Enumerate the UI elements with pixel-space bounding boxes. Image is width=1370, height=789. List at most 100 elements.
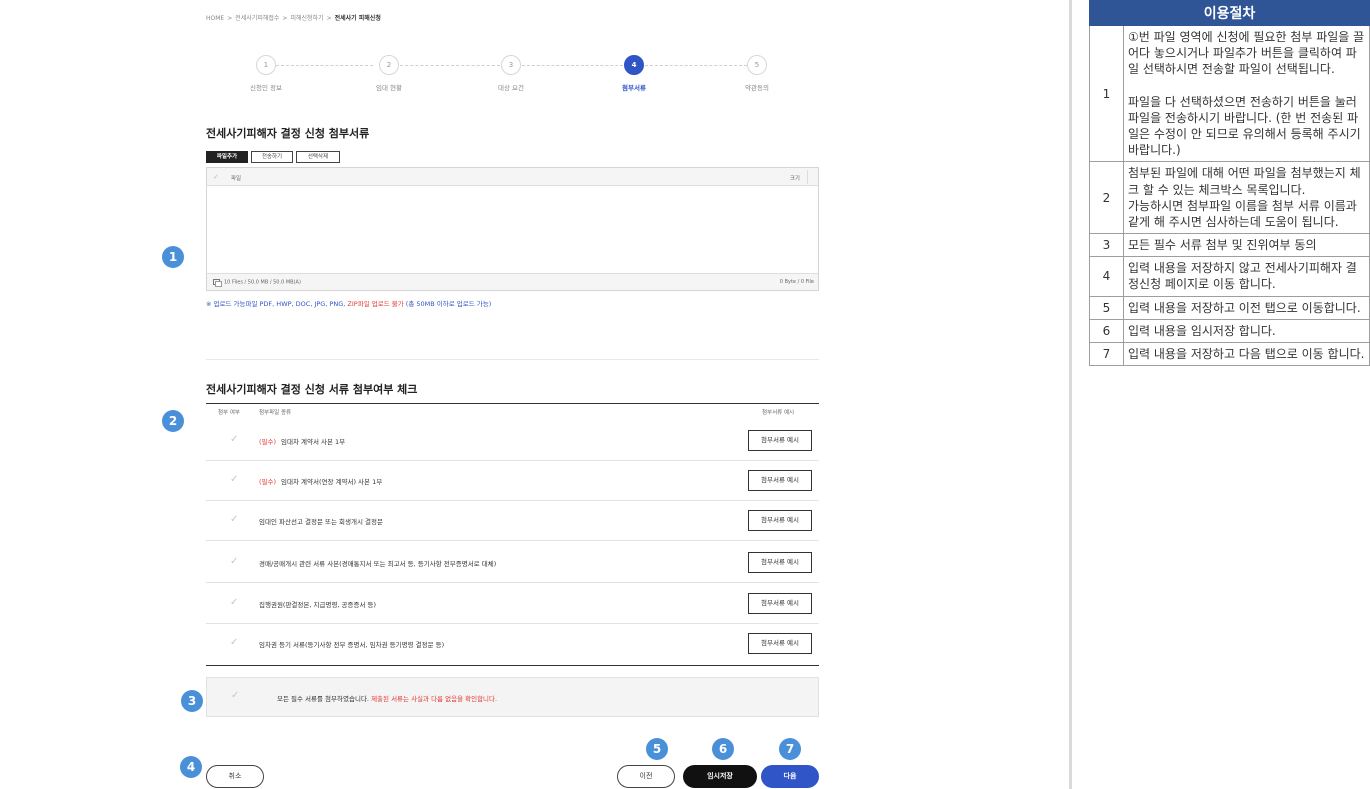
check-icon[interactable]: ✓ (230, 474, 238, 485)
example-document-button[interactable]: 첨부서류 예시 (748, 510, 812, 531)
breadcrumb-home[interactable]: HOME (206, 15, 224, 22)
callout-badge-3: 3 (181, 690, 203, 712)
check-icon[interactable]: ✓ (230, 514, 238, 525)
procedure-row: 2 첨부된 파일에 대해 어떤 파일을 첨부했는지 체크 할 수 있는 체크박스… (1089, 161, 1370, 235)
document-row: ✓ (필수) 임대차 계약서 사본 1부 첨부서류 예시 (206, 421, 819, 461)
required-tag: (필수) (259, 438, 277, 446)
confirmation-text: 모든 필수 서류를 첨부하였습니다. 제출된 서류는 사실과 다름 없음을 확인… (277, 693, 497, 703)
check-icon[interactable]: ✓ (230, 556, 238, 567)
required-tag: (필수) (259, 478, 277, 486)
checklist-section-title: 전세사기피해자 결정 신청 서류 첨부여부 체크 (206, 383, 418, 396)
document-row: ✓ 경매/공매개시 관련 서류 사본(경매통지서 또는 최고서 등, 등기사항 … (206, 543, 819, 583)
procedure-text: 입력 내용을 저장하고 다음 탭으로 이동 합니다. (1123, 341, 1370, 367)
stepper-connector (276, 65, 373, 66)
procedure-description: 첨부된 파일에 대해 어떤 파일을 첨부했는지 체크 할 수 있는 체크박스 목… (1123, 161, 1370, 235)
procedure-text: 입력 내용을 임시저장 합니다. (1123, 318, 1370, 344)
example-document-button[interactable]: 첨부서류 예시 (748, 633, 812, 654)
example-document-button[interactable]: 첨부서류 예시 (748, 593, 812, 614)
check-icon[interactable]: ✓ (230, 637, 238, 648)
procedure-number: 5 (1089, 295, 1124, 320)
callout-badge-6: 6 (712, 738, 734, 760)
step-3-circle: 3 (501, 55, 521, 75)
breadcrumb-separator: > (227, 15, 233, 22)
callout-badge-7: 7 (779, 738, 801, 760)
confirmation-main: 모든 필수 서류를 첨부하였습니다. (277, 695, 372, 703)
stepper-connector (645, 65, 747, 66)
file-column-header: 파일 (231, 176, 242, 182)
add-file-button[interactable]: 파일추가 (206, 151, 248, 163)
check-icon[interactable]: ✓ (230, 434, 238, 445)
document-name: 경매/공매개시 관련 서류 사본(경매통지서 또는 최고서 등, 등기사항 전부… (259, 560, 497, 568)
check-icon[interactable]: ✓ (230, 597, 238, 608)
procedure-text: 입력 내용을 저장하고 이전 탭으로 이동합니다. (1123, 295, 1370, 320)
step-4-circle-active: 4 (624, 55, 644, 75)
procedure-number: 3 (1089, 233, 1124, 258)
step-3-label: 대상 요건 (498, 84, 524, 92)
step-2-circle: 2 (379, 55, 399, 75)
procedure-text: 입력 내용을 저장하지 않고 전세사기피해자 결정신청 페이지로 이동 합니다. (1123, 256, 1370, 297)
file-limit-text: 10 Files / 50.0 MB / 50.0 MB(A) (224, 279, 301, 286)
example-document-button[interactable]: 첨부서류 예시 (748, 552, 812, 573)
procedure-text: 가능하시면 첨부파일 이름을 첨부 서류 이름과 같게 해 주시면 심사하는데 … (1128, 198, 1357, 229)
next-button[interactable]: 다음 (761, 765, 819, 788)
breadcrumb-separator: > (282, 15, 288, 22)
step-1-circle: 1 (256, 55, 276, 75)
header-divider (807, 170, 808, 184)
confirmation-box: ✓ 모든 필수 서류를 첨부하였습니다. 제출된 서류는 사실과 다름 없음을 … (206, 677, 819, 717)
procedure-row: 6 입력 내용을 임시저장 합니다. (1089, 318, 1370, 344)
panel-divider (1069, 0, 1072, 789)
procedure-number: 7 (1089, 341, 1124, 367)
callout-badge-1: 1 (162, 246, 184, 268)
step-1-label: 신청인 정보 (250, 84, 282, 92)
previous-button[interactable]: 이전 (617, 765, 675, 788)
example-document-button[interactable]: 첨부서류 예시 (748, 430, 812, 451)
upload-section-title: 전세사기피해자 결정 신청 첨부서류 (206, 127, 370, 140)
step-2-label: 임대 현황 (376, 84, 402, 92)
procedure-number: 1 (1089, 24, 1124, 163)
stepper-connector (400, 65, 500, 66)
stepper-connector (522, 65, 623, 66)
file-limit-status: 10 Files / 50.0 MB / 50.0 MB(A) (213, 279, 301, 287)
procedure-row: 1 ①번 파일 영역에 신청에 필요한 첨부 파일을 끌어다 놓으시거나 파일추… (1089, 24, 1370, 163)
breadcrumb-item[interactable]: 전세사기피해접수 (235, 15, 279, 22)
document-name: 임대차 계약서(연장 계약서) 사본 1부 (281, 478, 383, 486)
example-document-button[interactable]: 첨부서류 예시 (748, 470, 812, 491)
callout-badge-4: 4 (180, 756, 202, 778)
procedure-number: 6 (1089, 318, 1124, 344)
document-name: 임대인 파산선고 결정문 또는 회생개시 결정문 (259, 518, 383, 526)
callout-badge-2: 2 (162, 410, 184, 432)
file-table-header: ✓ 파일 크기 (207, 168, 818, 186)
select-all-check-icon[interactable]: ✓ (213, 173, 219, 181)
section-divider (206, 359, 819, 360)
size-column-header: 크기 (789, 176, 800, 182)
send-files-button[interactable]: 전송하기 (251, 151, 293, 163)
procedure-number: 4 (1089, 256, 1124, 297)
breadcrumb-separator: > (326, 15, 332, 22)
cancel-button[interactable]: 취소 (206, 765, 264, 788)
checklist-bottom-border (206, 665, 819, 666)
type-column-header: 첨부파일 종류 (259, 410, 292, 416)
document-row: ✓ (필수) 임대차 계약서(연장 계약서) 사본 1부 첨부서류 예시 (206, 461, 819, 501)
attached-column-header: 첨부 여부 (218, 410, 240, 416)
checklist-top-border (206, 403, 819, 404)
document-row: ✓ 집행권원(판결정본, 지급명령, 공증증서 등) 첨부서류 예시 (206, 584, 819, 624)
agree-check-icon[interactable]: ✓ (231, 690, 239, 701)
procedure-description: ①번 파일 영역에 신청에 필요한 첨부 파일을 끌어다 놓으시거나 파일추가 … (1123, 24, 1370, 163)
step-5-label: 약관동의 (745, 84, 769, 92)
procedure-text: ①번 파일 영역에 신청에 필요한 첨부 파일을 끌어다 놓으시거나 파일추가 … (1128, 30, 1365, 77)
document-row: ✓ 임대인 파산선고 결정문 또는 회생개시 결정문 첨부서류 예시 (206, 501, 819, 541)
procedure-row: 3 모든 필수 서류 첨부 및 진위여부 동의 (1089, 233, 1370, 258)
delete-selected-button[interactable]: 선택삭제 (296, 151, 340, 163)
step-5-circle: 5 (747, 55, 767, 75)
procedure-number: 2 (1089, 161, 1124, 235)
file-drop-zone[interactable]: ✓ 파일 크기 10 Files / 50.0 MB / 50.0 MB(A) … (206, 167, 819, 291)
document-name: 집행권원(판결정본, 지급명령, 공증증서 등) (259, 601, 377, 609)
procedure-row: 4 입력 내용을 저장하지 않고 전세사기피해자 결정신청 페이지로 이동 합니… (1089, 256, 1370, 297)
breadcrumb-current: 전세사기 피해신청 (334, 15, 381, 22)
breadcrumb: HOME > 전세사기피해접수 > 피해신청하기 > 전세사기 피해신청 (206, 13, 381, 22)
temp-save-button[interactable]: 임시저장 (683, 765, 757, 788)
files-icon (213, 279, 222, 287)
breadcrumb-item[interactable]: 피해신청하기 (290, 15, 323, 22)
procedure-row: 5 입력 내용을 저장하고 이전 탭으로 이동합니다. (1089, 295, 1370, 320)
